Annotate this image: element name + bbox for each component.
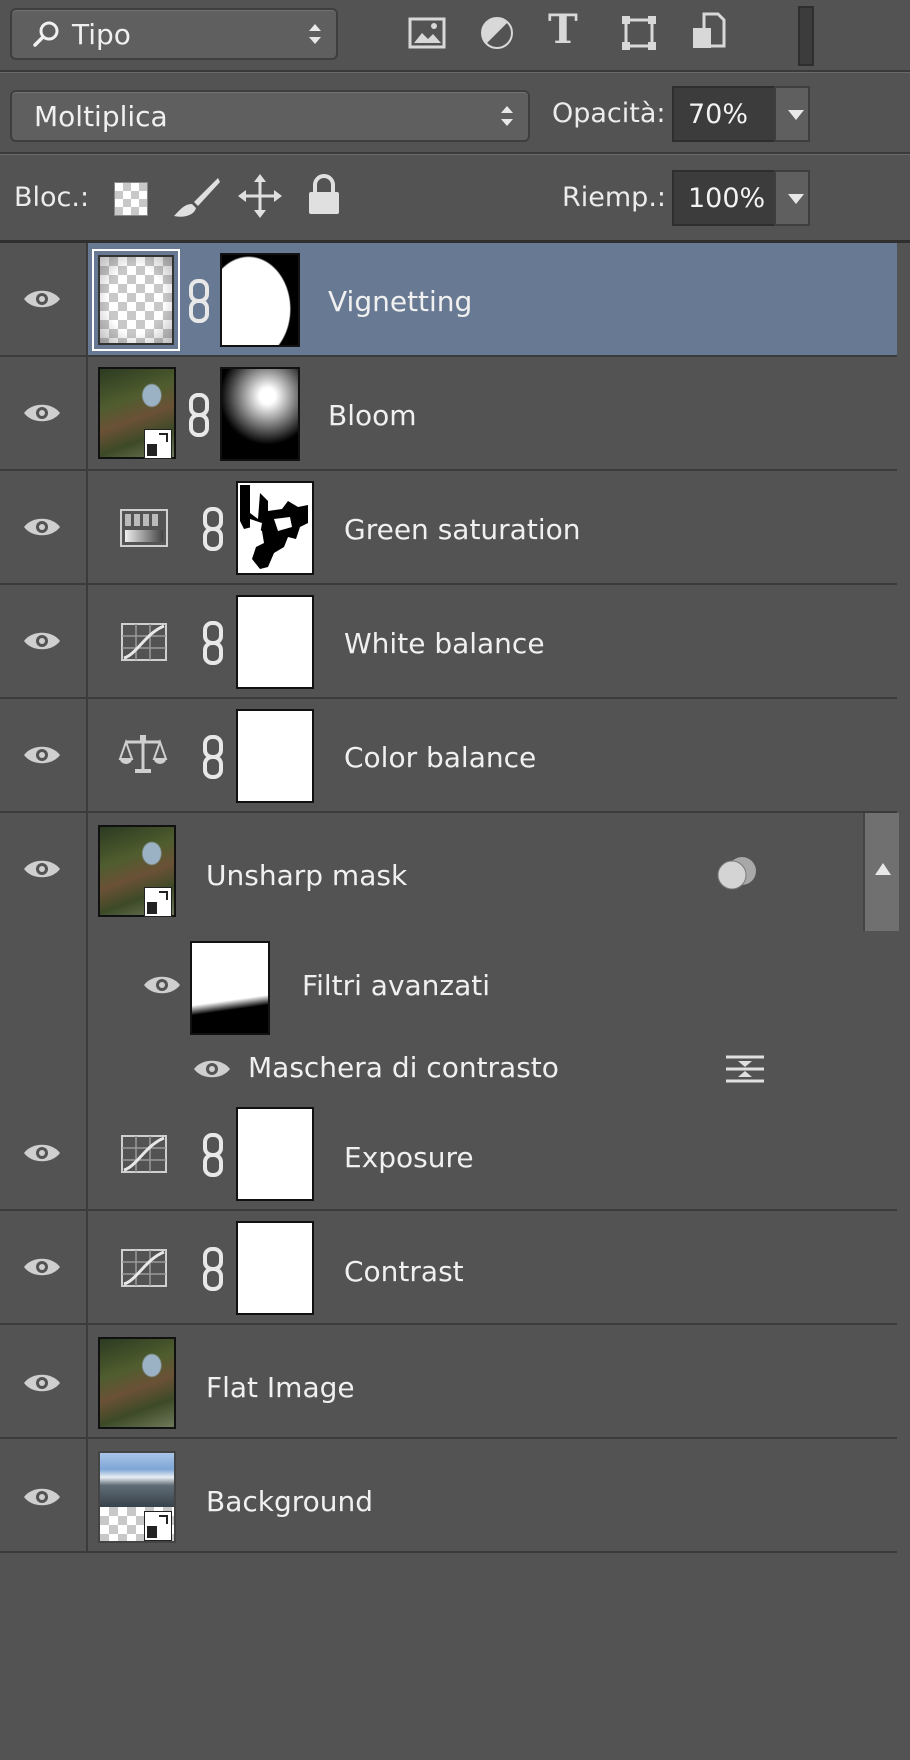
eye-icon[interactable] <box>22 1255 62 1279</box>
eye-icon[interactable] <box>22 1371 62 1395</box>
smart-filter-mask-thumbnail[interactable] <box>190 941 270 1035</box>
adjustment-filter-icon[interactable] <box>478 14 516 52</box>
layer-thumbnail[interactable] <box>98 255 174 345</box>
chevron-down-icon <box>788 110 804 120</box>
color-balance-scale-icon[interactable] <box>118 733 168 775</box>
layer-thumbnail[interactable] <box>98 1337 176 1429</box>
curves-adjustment-icon[interactable] <box>120 1133 170 1175</box>
filter-kind-dropdown[interactable]: Tipo <box>10 8 338 60</box>
opacity-label: Opacità: <box>552 98 666 129</box>
layer-row-flat-image[interactable]: Flat Image <box>0 1325 897 1439</box>
eye-icon[interactable] <box>22 1485 62 1509</box>
fill-label: Riemp.: <box>562 182 666 213</box>
blending-options-icon[interactable] <box>724 1053 766 1085</box>
blend-options-bar: Moltiplica Opacità: 70% <box>0 74 910 152</box>
layer-filter-bar: Tipo T <box>0 0 910 70</box>
link-chain-icon[interactable] <box>188 393 210 437</box>
lock-transparent-pixels-icon[interactable] <box>114 182 148 216</box>
layer-row-vignetting[interactable]: Vignetting <box>0 243 897 357</box>
layer-mask-thumbnail[interactable] <box>220 253 300 347</box>
layer-row-white-balance[interactable]: White balance <box>0 585 897 699</box>
curves-adjustment-icon[interactable] <box>120 621 170 663</box>
layer-row-bloom[interactable]: Bloom <box>0 357 897 471</box>
empty-panel-area <box>0 1555 910 1760</box>
layer-mask-thumbnail[interactable] <box>236 481 314 575</box>
lock-options-bar: Bloc.: Riemp.: 100% <box>0 156 910 240</box>
gradient-map-icon[interactable] <box>120 507 170 549</box>
eye-icon[interactable] <box>22 629 62 653</box>
lock-label: Bloc.: <box>14 182 90 213</box>
opacity-input[interactable]: 70% <box>672 86 776 142</box>
link-chain-icon[interactable] <box>188 279 210 323</box>
expand-filters-arrow[interactable] <box>863 813 899 931</box>
layer-name: Flat Image <box>206 1371 355 1404</box>
eye-icon[interactable] <box>22 515 62 539</box>
layer-name: Background <box>206 1485 374 1518</box>
link-chain-icon[interactable] <box>202 621 224 665</box>
filter-name[interactable]: Maschera di contrasto <box>248 1051 559 1084</box>
triangle-up-icon <box>875 863 891 875</box>
link-chain-icon[interactable] <box>202 507 224 551</box>
layer-row-contrast[interactable]: Contrast <box>0 1211 897 1325</box>
smart-filters-label: Filtri avanzati <box>302 969 491 1002</box>
layer-name: Unsharp mask <box>206 859 408 892</box>
layer-name: Color balance <box>344 741 537 774</box>
chevron-down-icon <box>788 194 804 204</box>
eye-icon[interactable] <box>22 401 62 425</box>
filter-toggle-switch[interactable] <box>798 6 814 66</box>
layer-name: Exposure <box>344 1141 474 1174</box>
link-chain-icon[interactable] <box>202 735 224 779</box>
lock-position-move-icon[interactable] <box>238 174 282 218</box>
curves-adjustment-icon[interactable] <box>120 1247 170 1289</box>
blend-mode-dropdown[interactable]: Moltiplica <box>10 90 530 142</box>
lock-image-pixels-brush-icon[interactable] <box>172 176 222 220</box>
smart-object-filter-icon[interactable] <box>690 12 728 50</box>
shape-filter-icon[interactable] <box>620 14 658 52</box>
smart-filter-indicator-icon[interactable] <box>716 855 760 891</box>
search-icon <box>33 21 59 47</box>
layer-name: Vignetting <box>328 285 473 318</box>
layer-name: Contrast <box>344 1255 464 1288</box>
layer-mask-thumbnail[interactable] <box>236 595 314 689</box>
layer-row-exposure[interactable]: Exposure <box>0 1097 897 1211</box>
fill-slider-button[interactable] <box>774 170 810 226</box>
layer-row-color-balance[interactable]: Color balance <box>0 699 897 813</box>
smart-object-badge-icon <box>144 1511 172 1541</box>
eye-icon[interactable] <box>22 743 62 767</box>
layer-row-green-saturation[interactable]: Green saturation <box>0 471 897 585</box>
lock-all-padlock-icon[interactable] <box>306 174 342 216</box>
pixel-filter-icon[interactable] <box>408 14 446 52</box>
link-chain-icon[interactable] <box>202 1247 224 1291</box>
link-chain-icon[interactable] <box>202 1133 224 1177</box>
layer-mask-thumbnail[interactable] <box>236 1221 314 1315</box>
filter-eye-icon[interactable] <box>192 1057 232 1081</box>
type-filter-icon[interactable]: T <box>548 6 578 53</box>
eye-icon[interactable] <box>22 287 62 311</box>
eye-icon[interactable] <box>22 857 62 881</box>
smart-object-badge-icon <box>144 887 172 917</box>
layer-mask-thumbnail[interactable] <box>236 1107 314 1201</box>
smart-object-badge-icon <box>144 429 172 459</box>
opacity-slider-button[interactable] <box>774 86 810 142</box>
layer-mask-thumbnail[interactable] <box>236 709 314 803</box>
filter-kind-label: Tipo <box>72 18 131 51</box>
layer-mask-thumbnail[interactable] <box>220 367 300 461</box>
eye-icon[interactable] <box>22 1141 62 1165</box>
layer-name: Green saturation <box>344 513 581 546</box>
blend-mode-value: Moltiplica <box>34 100 168 133</box>
chevron-updown-icon <box>500 103 514 129</box>
layer-row-background[interactable]: Background <box>0 1439 897 1553</box>
layer-name: White balance <box>344 627 545 660</box>
chevron-updown-icon <box>308 21 322 47</box>
smart-filters-eye-icon[interactable] <box>142 973 182 997</box>
layer-name: Bloom <box>328 399 417 432</box>
fill-input[interactable]: 100% <box>672 170 776 226</box>
